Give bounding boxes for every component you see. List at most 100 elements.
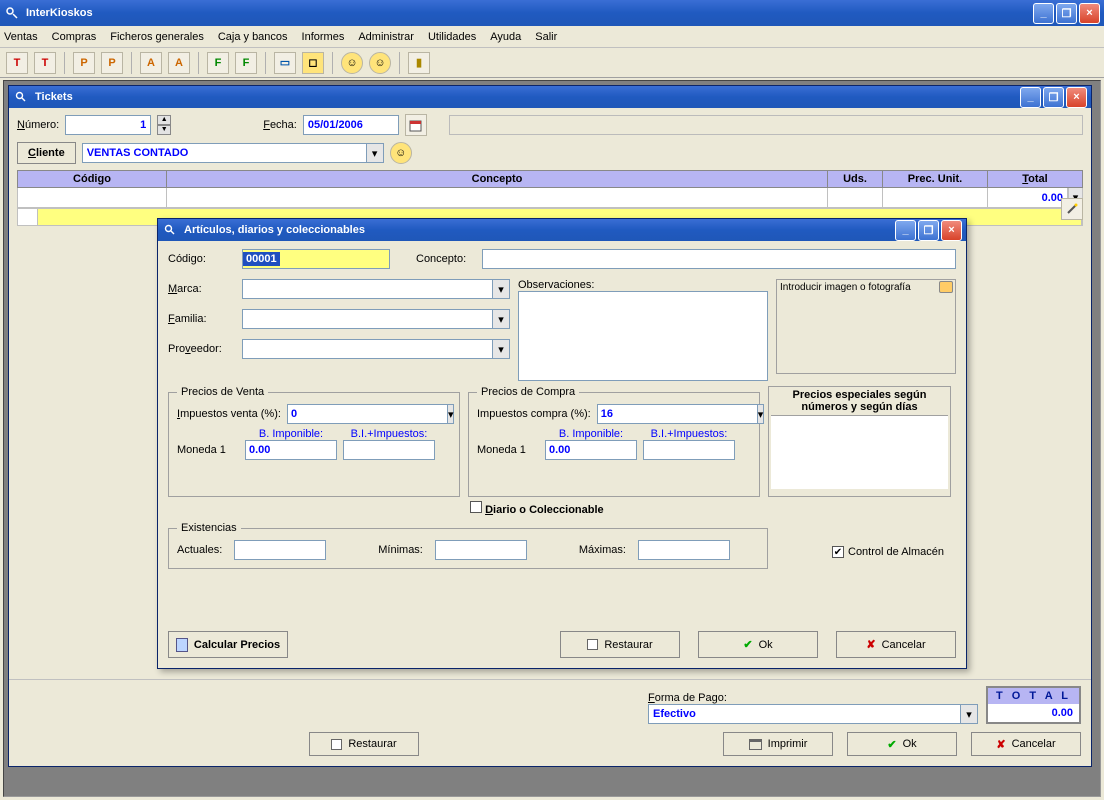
moneda-venta-label: Moneda 1 xyxy=(177,444,239,456)
image-caption: Introducir imagen o fotografía xyxy=(780,282,952,293)
tb-btn-5[interactable]: A xyxy=(140,52,162,74)
tickets-max[interactable]: ❐ xyxy=(1043,87,1064,108)
imp-compra-dd[interactable]: ▾ xyxy=(758,404,765,424)
venta-legend: Precios de Venta xyxy=(177,386,268,398)
cliente-button[interactable]: Cliente xyxy=(17,142,76,164)
dlg-restaurar-button[interactable]: Restaurar xyxy=(560,631,680,658)
tickets-imprimir-button[interactable]: Imprimir xyxy=(723,732,833,756)
cliente-search-icon[interactable]: ☺ xyxy=(390,142,412,164)
tickets-window: Tickets _ ❐ × Número: ▲ ▼ Fecha: xyxy=(8,85,1092,767)
dlg-max[interactable]: ❐ xyxy=(918,220,939,241)
tb-btn-smile2[interactable]: ☺ xyxy=(369,52,391,74)
tb-btn-1[interactable]: T xyxy=(6,52,28,74)
close-button[interactable]: × xyxy=(1079,3,1100,24)
menu-ayuda[interactable]: Ayuda xyxy=(490,31,521,43)
grid-row-1[interactable]: 0.00 ▾ xyxy=(17,188,1083,208)
compra-bi-input[interactable] xyxy=(545,440,637,460)
image-box[interactable]: Introducir imagen o fotografía xyxy=(776,279,956,374)
menu-caja[interactable]: Caja y bancos xyxy=(218,31,288,43)
maximize-button[interactable]: ❐ xyxy=(1056,3,1077,24)
menu-informes[interactable]: Informes xyxy=(302,31,345,43)
tb-btn-6[interactable]: A xyxy=(168,52,190,74)
observ-input[interactable] xyxy=(518,291,768,381)
numero-input[interactable] xyxy=(65,115,151,135)
proveedor-input[interactable] xyxy=(242,339,493,359)
imp-venta-label: Impuestos venta (%): xyxy=(177,408,281,420)
proveedor-dd[interactable]: ▾ xyxy=(493,339,510,359)
calcular-precios-button[interactable]: Calcular Precios xyxy=(168,631,288,658)
imp-venta-input[interactable] xyxy=(287,404,448,424)
precios-especiales-list[interactable] xyxy=(771,415,948,489)
dlg-close[interactable]: × xyxy=(941,220,962,241)
tb-btn-smile[interactable]: ☺ xyxy=(341,52,363,74)
dlg-ok-button[interactable]: ✔Ok xyxy=(698,631,818,658)
menu-compras[interactable]: Compras xyxy=(52,31,97,43)
dlg-button-row: Calcular Precios Restaurar ✔Ok ✘Cancelar xyxy=(168,631,956,658)
cliente-input[interactable] xyxy=(82,143,367,163)
forma-dropdown-btn[interactable]: ▾ xyxy=(961,704,978,724)
tickets-cancelar-button[interactable]: ✘Cancelar xyxy=(971,732,1081,756)
camera-icon[interactable] xyxy=(939,281,953,293)
familia-dd[interactable]: ▾ xyxy=(493,309,510,329)
dlg-min[interactable]: _ xyxy=(895,220,916,241)
compra-bii-input[interactable] xyxy=(643,440,735,460)
minimas-input[interactable] xyxy=(435,540,527,560)
maximas-input[interactable] xyxy=(638,540,730,560)
menubar: Ventas Compras Ficheros generales Caja y… xyxy=(0,26,1104,48)
wand-icon[interactable] xyxy=(1061,198,1083,220)
familia-input[interactable] xyxy=(242,309,493,329)
minimas-label: Mínimas: xyxy=(378,544,423,556)
tickets-min[interactable]: _ xyxy=(1020,87,1041,108)
calculator-icon xyxy=(176,638,188,652)
compra-legend: Precios de Compra xyxy=(477,386,579,398)
venta-bii-input[interactable] xyxy=(343,440,435,460)
calendar-icon[interactable] xyxy=(405,114,427,136)
dlg-icon xyxy=(162,222,178,238)
numero-up[interactable]: ▲ xyxy=(157,115,171,125)
tb-btn-3[interactable]: P xyxy=(73,52,95,74)
cliente-dropdown-btn[interactable]: ▾ xyxy=(367,143,384,163)
dlg-cancelar-button[interactable]: ✘Cancelar xyxy=(836,631,956,658)
forma-input[interactable] xyxy=(648,704,961,724)
tb-btn-2[interactable]: T xyxy=(34,52,56,74)
tb-btn-4[interactable]: P xyxy=(101,52,123,74)
marca-input[interactable] xyxy=(242,279,493,299)
menu-ficheros[interactable]: Ficheros generales xyxy=(110,31,204,43)
tb-btn-8[interactable]: F xyxy=(235,52,257,74)
imp-venta-dd[interactable]: ▾ xyxy=(448,404,455,424)
concepto-input[interactable] xyxy=(482,249,956,269)
tickets-restaurar-button[interactable]: Restaurar xyxy=(309,732,419,756)
precios-especiales-hdr: Precios especiales según números y según… xyxy=(769,387,950,415)
tb-btn-7[interactable]: F xyxy=(207,52,229,74)
tb-btn-10[interactable]: ◻ xyxy=(302,52,324,74)
observ-label: Observaciones: xyxy=(518,279,594,291)
tickets-title: Tickets xyxy=(35,91,1020,103)
tb-btn-last[interactable]: ▮ xyxy=(408,52,430,74)
toolbar: T T P P A A F F ▭ ◻ ☺ ☺ ▮ xyxy=(0,48,1104,78)
menu-ventas[interactable]: Ventas xyxy=(4,31,38,43)
tickets-ok-button[interactable]: ✔Ok xyxy=(847,732,957,756)
diario-checkbox[interactable] xyxy=(470,501,482,513)
control-almacen-checkbox[interactable]: ✔ xyxy=(832,546,844,558)
tickets-close[interactable]: × xyxy=(1066,87,1087,108)
venta-bi-input[interactable] xyxy=(245,440,337,460)
bii-label-venta: B.I.+Impuestos: xyxy=(343,428,435,440)
tb-btn-9[interactable]: ▭ xyxy=(274,52,296,74)
familia-label: Familia: xyxy=(168,313,236,325)
exist-legend: Existencias xyxy=(177,522,241,534)
codigo-input[interactable]: 00001 xyxy=(242,249,390,269)
proveedor-label: Proveedor: xyxy=(168,343,236,355)
banner-box xyxy=(449,115,1083,135)
menu-utilidades[interactable]: Utilidades xyxy=(428,31,476,43)
fecha-input[interactable] xyxy=(303,115,399,135)
numero-down[interactable]: ▼ xyxy=(157,125,171,135)
actuales-input[interactable] xyxy=(234,540,326,560)
menu-administrar[interactable]: Administrar xyxy=(358,31,414,43)
menu-salir[interactable]: Salir xyxy=(535,31,557,43)
imp-compra-input[interactable] xyxy=(597,404,758,424)
precios-venta-fieldset: Precios de Venta Impuestos venta (%): ▾ … xyxy=(168,386,460,497)
minimize-button[interactable]: _ xyxy=(1033,3,1054,24)
concepto-label: Concepto: xyxy=(416,253,476,265)
app-titlebar: InterKioskos _ ❐ × xyxy=(0,0,1104,26)
marca-dd[interactable]: ▾ xyxy=(493,279,510,299)
